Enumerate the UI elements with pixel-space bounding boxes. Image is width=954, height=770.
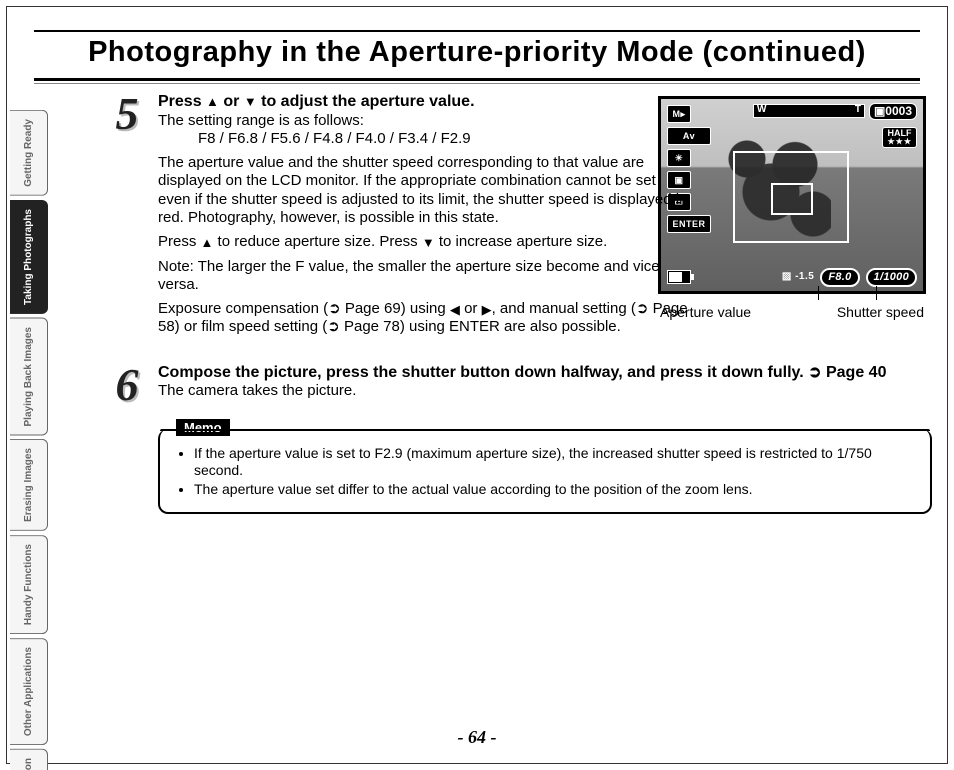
tab-playing-back-images[interactable]: Playing Back Images [10, 318, 48, 436]
content-area: M▸ Av ☀ ▣ ▭ ENTER ▣0003 HALF ★★★ [110, 92, 932, 748]
section-tabs: Getting Ready Taking Photographs Playing… [10, 110, 48, 770]
title-underline [34, 78, 920, 81]
step5-para4: Exposure compensation (➲ Page 69) using … [158, 300, 688, 337]
step-5: 5 Press ▲ or ▼ to adjust the aperture va… [110, 92, 932, 337]
memo-item: The aperture value set differ to the act… [194, 481, 914, 498]
title-bar: Photography in the Aperture-priority Mod… [34, 36, 920, 69]
step-number-5: 5 [104, 86, 150, 142]
arrow-down-icon: ▼ [422, 236, 435, 249]
range-intro: The setting range is as follows: [158, 112, 688, 130]
arrow-down-icon: ▼ [244, 95, 257, 108]
title-rule [34, 30, 920, 32]
memo-section: Memo If the aperture value is set to F2.… [158, 429, 932, 514]
step5-heading: Press ▲ or ▼ to adjust the aperture valu… [158, 92, 932, 112]
tab-getting-ready[interactable]: Getting Ready [10, 110, 48, 196]
step-number-6: 6 [104, 357, 150, 413]
memo-box: If the aperture value is set to F2.9 (ma… [158, 429, 932, 514]
arrow-up-icon: ▲ [201, 236, 214, 249]
page-number: - 64 - [0, 727, 954, 748]
tab-erasing-images[interactable]: Erasing Images [10, 439, 48, 531]
step6-heading: Compose the picture, press the shutter b… [158, 363, 932, 383]
tab-handy-functions[interactable]: Handy Functions [10, 535, 48, 634]
tab-taking-photographs[interactable]: Taking Photographs [10, 200, 48, 314]
aperture-range: F8 / F6.8 / F5.6 / F4.8 / F4.0 / F3.4 / … [198, 130, 728, 148]
step-6: 6 Compose the picture, press the shutter… [110, 363, 932, 401]
step5-note: Note: The larger the F value, the smalle… [158, 258, 688, 295]
step5-para1: The aperture value and the shutter speed… [158, 154, 688, 227]
tab-additional-information[interactable]: Additional Information [10, 749, 48, 770]
step5-para2: Press ▲ to reduce aperture size. Press ▼… [158, 233, 688, 251]
arrow-right-icon: ▶ [482, 303, 492, 316]
arrow-up-icon: ▲ [206, 95, 219, 108]
page-title: Photography in the Aperture-priority Mod… [88, 36, 866, 68]
step6-sub: The camera takes the picture. [158, 382, 932, 400]
manual-page: { "title": "Photography in the Aperture-… [0, 0, 954, 770]
arrow-left-icon: ◀ [450, 303, 460, 316]
memo-item: If the aperture value is set to F2.9 (ma… [194, 445, 914, 479]
